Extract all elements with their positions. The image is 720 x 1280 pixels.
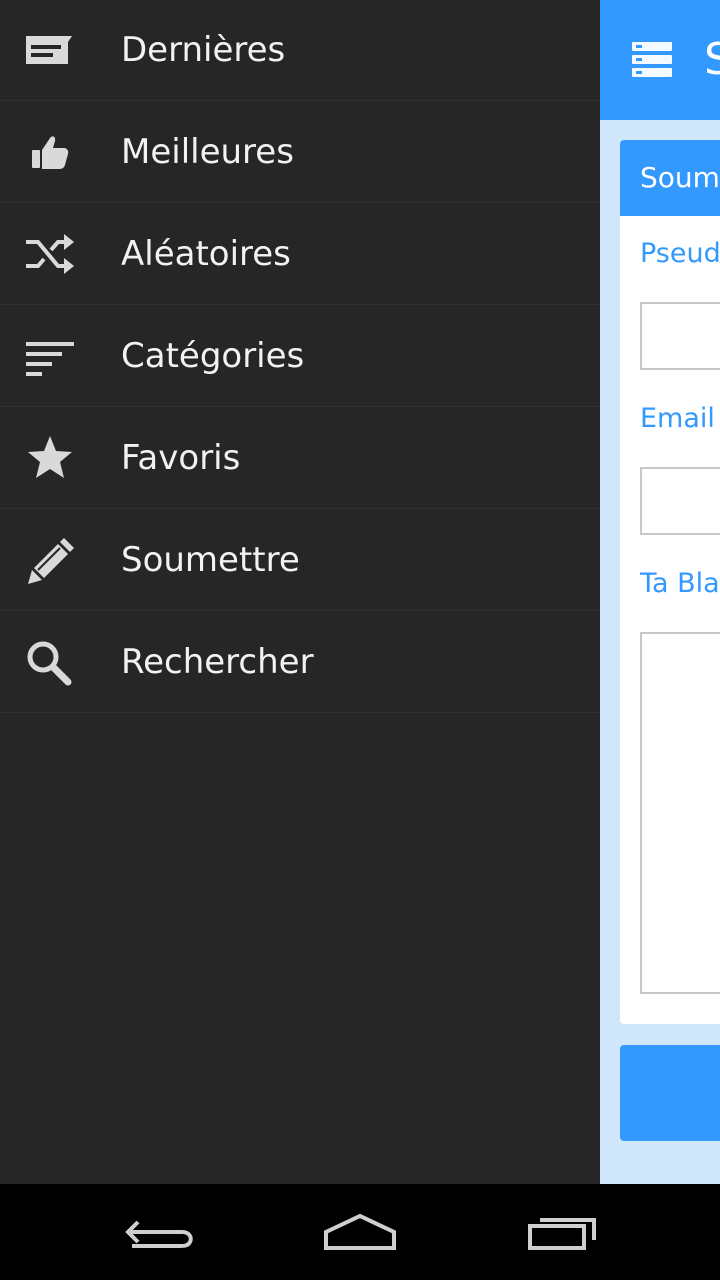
star-icon [28, 436, 72, 478]
email-label: Email [640, 403, 715, 434]
app-content: S Soume Pseud Email Ta Bla [600, 0, 720, 1184]
drawer-item-label: Meilleures [121, 132, 294, 172]
home-icon[interactable] [320, 1208, 400, 1256]
drawer-item-label: Favoris [121, 438, 241, 478]
drawer-item-submit[interactable]: Soumettre [0, 510, 600, 611]
drawer-item-favorites[interactable]: Favoris [0, 408, 600, 509]
back-icon[interactable] [120, 1208, 200, 1256]
drawer-item-latest[interactable]: Dernières [0, 0, 600, 101]
search-icon [27, 641, 72, 686]
sort-lines-icon [26, 342, 74, 376]
thumbs-up-icon [32, 136, 69, 169]
drawer-item-search[interactable]: Rechercher [0, 612, 600, 713]
shuffle-icon [26, 234, 74, 274]
recent-apps-icon[interactable] [522, 1208, 602, 1256]
email-input[interactable] [640, 467, 720, 535]
drawer-item-categories[interactable]: Catégories [0, 306, 600, 407]
drawer-item-label: Aléatoires [121, 234, 291, 274]
pseudo-input[interactable] [640, 302, 720, 370]
form-header: Soume [620, 140, 720, 216]
submit-form-card: Soume Pseud Email Ta Bla [620, 140, 720, 1024]
form-header-title: Soume [640, 161, 720, 194]
joke-label: Ta Bla [640, 568, 720, 599]
drawer-item-label: Dernières [121, 30, 286, 70]
pseudo-label: Pseud [640, 238, 720, 269]
joke-textarea[interactable] [640, 632, 720, 994]
pencil-icon [28, 538, 74, 584]
drawer-item-label: Rechercher [121, 642, 314, 682]
system-nav-bar [0, 1184, 720, 1280]
app-bar: S [600, 0, 720, 120]
submit-button[interactable] [620, 1045, 720, 1141]
drawer-item-label: Catégories [121, 336, 305, 376]
drawer-item-label: Soumettre [121, 540, 300, 580]
navigation-drawer: Dernières Meilleures Aléatoires Catégori… [0, 0, 600, 1184]
drawer-item-random[interactable]: Aléatoires [0, 204, 600, 305]
list-menu-icon[interactable] [630, 40, 674, 80]
drawer-item-best[interactable]: Meilleures [0, 102, 600, 203]
latest-icon [26, 36, 72, 64]
page-title: S [704, 34, 720, 85]
